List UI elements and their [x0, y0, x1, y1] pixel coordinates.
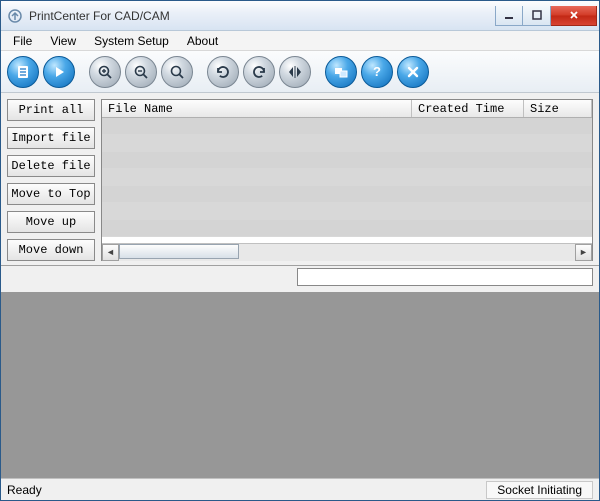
col-file-name[interactable]: File Name — [102, 100, 412, 117]
table-row[interactable] — [102, 152, 592, 169]
scroll-track[interactable] — [119, 244, 575, 261]
table-row[interactable] — [102, 169, 592, 186]
zoom-fit-button[interactable]: zoom-fit-icon — [161, 56, 193, 88]
refresh-list-button[interactable]: refresh-list-icon — [7, 56, 39, 88]
close-window-button[interactable] — [551, 6, 597, 26]
mirror-button[interactable]: mirror-icon — [279, 56, 311, 88]
scroll-right-arrow[interactable]: ► — [575, 244, 592, 261]
zoom-out-button[interactable]: zoom-out-icon — [125, 56, 157, 88]
menu-file[interactable]: File — [5, 32, 40, 50]
svg-text:?: ? — [373, 64, 381, 79]
menu-system-setup[interactable]: System Setup — [86, 32, 177, 50]
upper-panel: Print all Import file Delete file Move t… — [1, 93, 599, 266]
scroll-left-arrow[interactable]: ◄ — [102, 244, 119, 261]
content-area: Print all Import file Delete file Move t… — [1, 93, 599, 478]
status-left: Ready — [7, 483, 42, 497]
side-buttons: Print all Import file Delete file Move t… — [7, 99, 101, 261]
exit-button[interactable]: close-icon — [397, 56, 429, 88]
move-down-button[interactable]: Move down — [7, 239, 95, 261]
scroll-thumb[interactable] — [119, 244, 239, 259]
status-input-box[interactable] — [297, 268, 593, 286]
table-row[interactable] — [102, 118, 592, 135]
window-layout-button[interactable]: window-icon — [325, 56, 357, 88]
preview-area — [1, 292, 599, 478]
menubar: File View System Setup About — [1, 31, 599, 51]
table-header: File Name Created Time Size — [102, 100, 592, 118]
app-window: PrintCenter For CAD/CAM File View System… — [0, 0, 600, 501]
app-icon — [7, 8, 23, 24]
minimize-button[interactable] — [495, 6, 523, 26]
table-row[interactable] — [102, 135, 592, 152]
rotate-ccw-button[interactable]: rotate-ccw-icon — [243, 56, 275, 88]
move-up-button[interactable]: Move up — [7, 211, 95, 233]
zoom-in-button[interactable]: zoom-in-icon — [89, 56, 121, 88]
toolbar: refresh-list-icon play-icon zoom-in-icon… — [1, 51, 599, 93]
rotate-cw-button[interactable]: rotate-cw-icon — [207, 56, 239, 88]
table-row[interactable] — [102, 203, 592, 220]
maximize-button[interactable] — [523, 6, 551, 26]
file-table: File Name Created Time Size ◄ — [101, 99, 593, 261]
menu-about[interactable]: About — [179, 32, 226, 50]
help-button[interactable]: ? help-icon — [361, 56, 393, 88]
print-all-button[interactable]: Print all — [7, 99, 95, 121]
window-controls — [495, 6, 597, 26]
play-button[interactable]: play-icon — [43, 56, 75, 88]
status-right: Socket Initiating — [486, 481, 593, 499]
menu-view[interactable]: View — [42, 32, 84, 50]
col-size[interactable]: Size — [524, 100, 592, 117]
import-file-button[interactable]: Import file — [7, 127, 95, 149]
table-row[interactable] — [102, 186, 592, 203]
statusbar: Ready Socket Initiating — [1, 478, 599, 500]
col-created-time[interactable]: Created Time — [412, 100, 524, 117]
window-title: PrintCenter For CAD/CAM — [29, 9, 495, 23]
titlebar[interactable]: PrintCenter For CAD/CAM — [1, 1, 599, 31]
horizontal-scrollbar[interactable]: ◄ ► — [102, 243, 592, 260]
table-row[interactable] — [102, 220, 592, 237]
delete-file-button[interactable]: Delete file — [7, 155, 95, 177]
move-to-top-button[interactable]: Move to Top — [7, 183, 95, 205]
table-body[interactable] — [102, 118, 592, 243]
